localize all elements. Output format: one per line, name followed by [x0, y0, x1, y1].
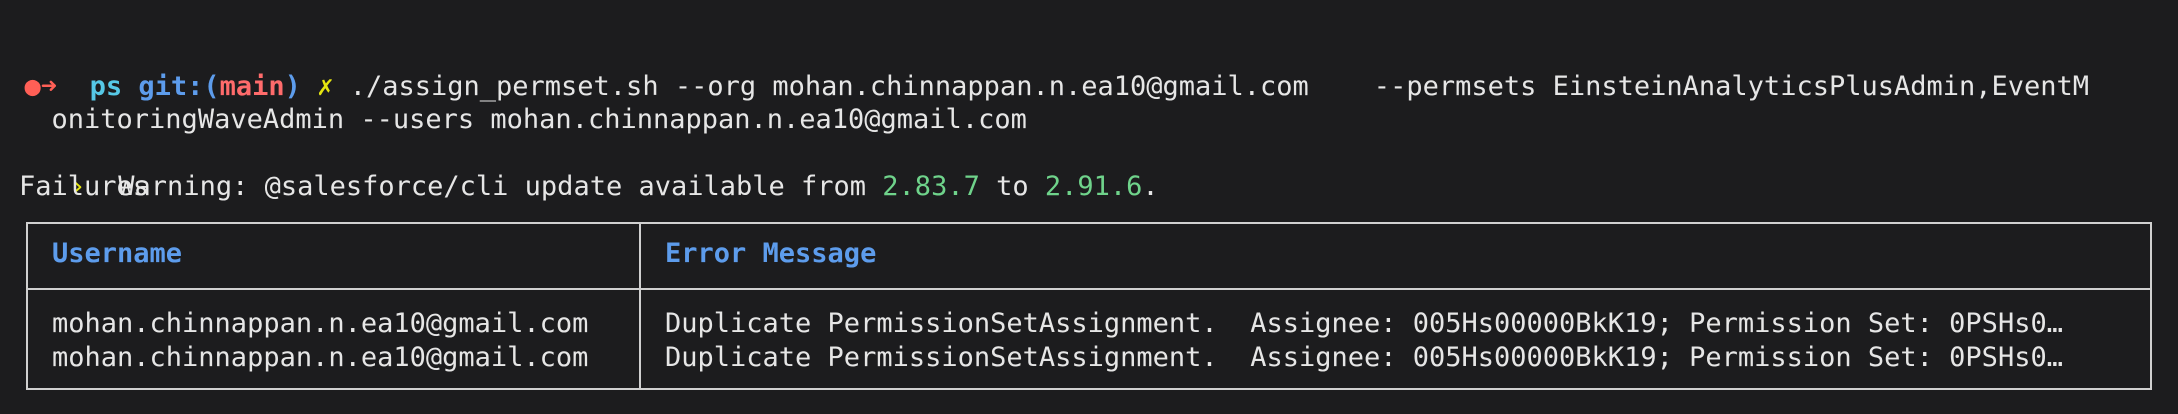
header-error-message: Error Message — [665, 238, 877, 269]
column-divider — [639, 224, 641, 388]
failures-table: Username Error Message mohan.chinnappan.… — [26, 222, 2152, 390]
command-text-line2: onitoringWaveAdmin --users mohan.chinnap… — [51, 104, 1027, 135]
to-version: 2.91.6 — [1044, 171, 1143, 202]
command-wrap-line: onitoringWaveAdmin --users mohan.chinnap… — [19, 69, 1027, 135]
prompt-line: ●➜ ps git:(main) ✗ ./assign_permset.sh -… — [0, 36, 2090, 102]
table-header-row — [28, 224, 2150, 290]
to-word: to — [979, 171, 1045, 202]
row-1-error: Duplicate PermissionSetAssignment. Assig… — [665, 342, 2063, 373]
from-version: 2.83.7 — [882, 171, 980, 202]
header-username: Username — [52, 238, 183, 269]
row-1-username: mohan.chinnappan.n.ea10@gmail.com — [52, 342, 589, 373]
warning-end: . — [1142, 171, 1159, 202]
row-0-username: mohan.chinnappan.n.ea10@gmail.com — [52, 308, 589, 339]
warning-text: Warning: @salesforce/cli update availabl… — [85, 171, 883, 202]
row-0-error: Duplicate PermissionSetAssignment. Assig… — [665, 308, 2063, 339]
warning-line: › Warning: @salesforce/cli update availa… — [37, 136, 1159, 202]
failures-label: Failures — [19, 171, 150, 202]
